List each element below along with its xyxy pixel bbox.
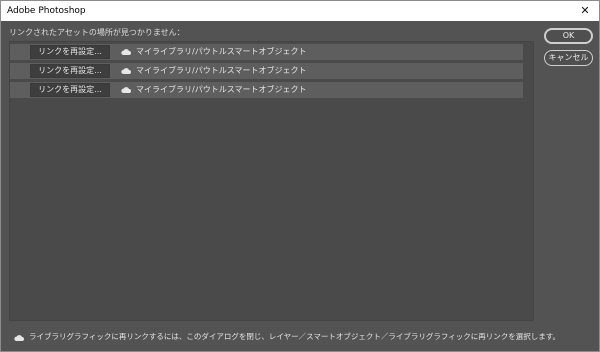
linked-assets-list[interactable]: リンクを再設定... マイライブラリ/パウトルスマートオブジェクト リンクを再設…	[9, 41, 534, 321]
list-item: リンクを再設定... マイライブラリ/パウトルスマートオブジェクト	[10, 63, 523, 79]
asset-path-label: マイライブラリ/パウトルスマートオブジェクト	[136, 47, 307, 56]
list-item: リンクを再設定... マイライブラリ/パウトルスマートオブジェクト	[10, 44, 523, 60]
window-title: Adobe Photoshop	[7, 6, 86, 16]
cloud-icon	[121, 49, 131, 55]
relink-button[interactable]: リンクを再設定...	[30, 45, 110, 59]
list-item: リンクを再設定... マイライブラリ/パウトルスマートオブジェクト	[10, 82, 523, 98]
cloud-icon	[121, 68, 131, 74]
missing-assets-heading: リンクされたアセットの場所が見つかりません：	[9, 28, 185, 37]
ok-button[interactable]: OK	[544, 28, 593, 44]
footer-hint: ライブラリグラフィックに再リンクするには、このダイアログを閉じ、レイヤー／スマー…	[14, 331, 584, 343]
cloud-icon	[121, 87, 131, 93]
asset-path-label: マイライブラリ/パウトルスマートオブジェクト	[136, 66, 307, 75]
asset-path-label: マイライブラリ/パウトルスマートオブジェクト	[136, 85, 307, 94]
cloud-icon	[14, 335, 24, 341]
cancel-button[interactable]: キャンセル	[544, 50, 593, 66]
relink-button[interactable]: リンクを再設定...	[30, 83, 110, 97]
relink-button[interactable]: リンクを再設定...	[30, 64, 110, 78]
footer-hint-text: ライブラリグラフィックに再リンクするには、このダイアログを閉じ、レイヤー／スマー…	[29, 332, 560, 341]
title-bar: Adobe Photoshop ✕	[1, 1, 599, 21]
photoshop-dialog-window: Adobe Photoshop ✕ リンクされたアセットの場所が見つかりません：…	[0, 0, 600, 352]
close-button[interactable]: ✕	[571, 1, 599, 21]
